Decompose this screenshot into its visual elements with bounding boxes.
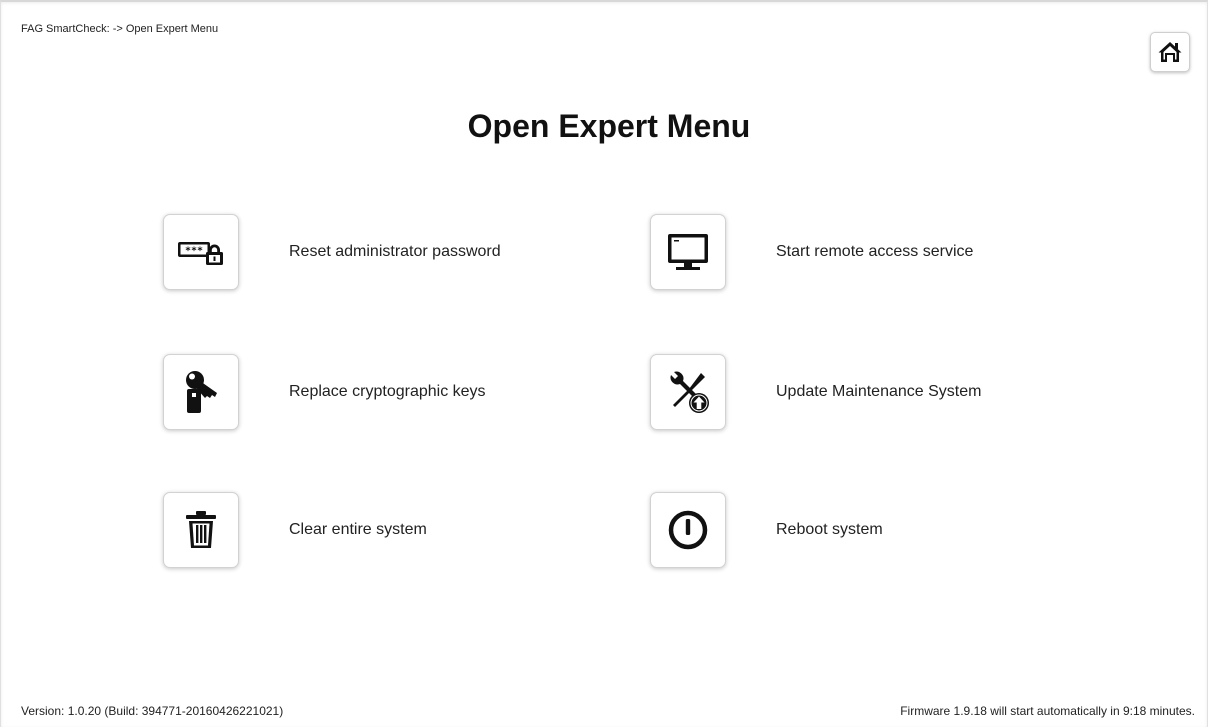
replace-crypto-keys-icon-box xyxy=(163,354,239,430)
update-maintenance-system-label: Update Maintenance System xyxy=(776,383,982,400)
reset-admin-password-icon-box: *** xyxy=(163,214,239,290)
power-icon xyxy=(668,510,708,550)
page-title: Open Expert Menu xyxy=(467,108,751,144)
home-icon xyxy=(1158,42,1182,62)
monitor-icon xyxy=(668,234,708,270)
start-remote-access-button[interactable]: Start remote access service xyxy=(650,213,973,291)
reset-admin-password-button[interactable]: *** Reset administrator password xyxy=(163,213,501,291)
clear-entire-system-button[interactable]: Clear entire system xyxy=(163,491,427,569)
reboot-system-button[interactable]: Reboot system xyxy=(650,491,883,569)
clear-entire-system-icon-box xyxy=(163,492,239,568)
replace-crypto-keys-button[interactable]: Replace cryptographic keys xyxy=(163,353,486,431)
update-maintenance-system-icon-box xyxy=(650,354,726,430)
start-remote-access-label: Start remote access service xyxy=(776,243,974,260)
trash-icon xyxy=(186,511,216,548)
breadcrumb: FAG SmartCheck: -> Open Expert Menu xyxy=(21,23,219,35)
version-info: Version: 1.0.20 (Build: 394771-201604262… xyxy=(21,704,284,718)
clear-entire-system-label: Clear entire system xyxy=(289,521,427,538)
replace-crypto-keys-label: Replace cryptographic keys xyxy=(289,383,486,400)
reboot-system-icon-box xyxy=(650,492,726,568)
svg-text:***: *** xyxy=(185,246,203,257)
password-lock-icon: *** xyxy=(178,242,223,265)
key-icon xyxy=(186,371,217,413)
reset-admin-password-label: Reset administrator password xyxy=(289,243,501,260)
tools-upload-icon xyxy=(670,371,709,413)
reboot-system-label: Reboot system xyxy=(776,521,883,538)
update-maintenance-system-button[interactable]: Update Maintenance System xyxy=(650,353,981,431)
start-remote-access-icon-box xyxy=(650,214,726,290)
firmware-notice: Firmware 1.9.18 will start automatically… xyxy=(900,704,1195,718)
home-button[interactable] xyxy=(1150,32,1190,72)
expert-menu-page: FAG SmartCheck: -> Open Expert Menu Open… xyxy=(0,0,1208,727)
